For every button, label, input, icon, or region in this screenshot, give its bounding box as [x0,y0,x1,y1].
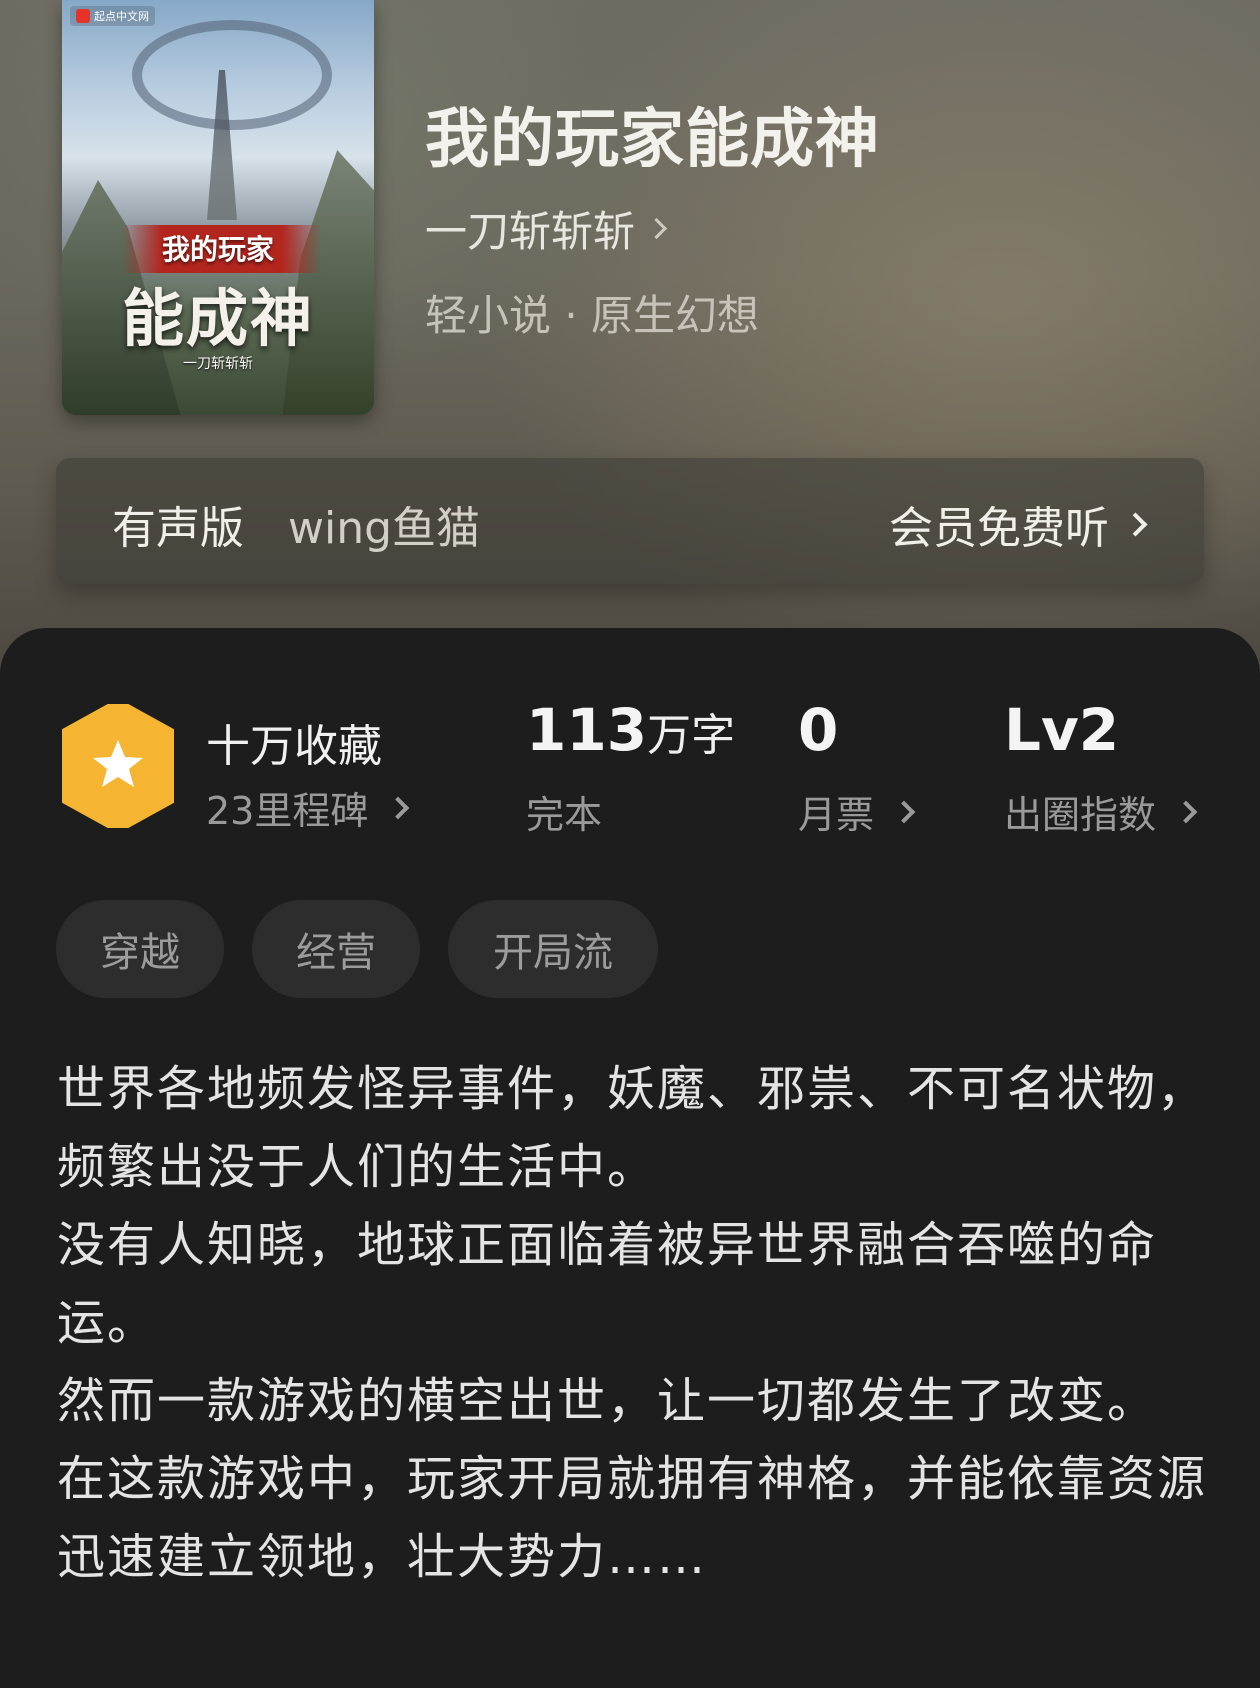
word-count: 113万字 [526,696,735,764]
tag-chip[interactable]: 经营 [252,900,420,998]
audio-narrator: wing鱼猫 [288,503,481,554]
completion-status: 完本 [526,784,602,839]
favorites-badge-icon [62,704,174,828]
chevron-right-icon [1174,800,1198,823]
chevron-right-icon [892,800,916,823]
monthly-votes-value: 0 [798,696,839,764]
chevron-right-icon [1123,511,1148,537]
chevron-right-icon [645,217,668,240]
popularity-level: Lv2 [1004,696,1119,764]
author-link[interactable]: 一刀斩斩斩 [425,198,668,259]
member-free-listen-label: 会员免费听 [889,503,1109,554]
description-paragraph: 没有人知晓，地球正面临着被异世界融合吞噬的命运。 [57,1217,1158,1351]
description-paragraph: 然而一款游戏的横空出世，让一切都发生了改变。 [57,1373,1158,1429]
word-count-value: 113 [526,696,648,764]
milestones-link[interactable]: 23里程碑 [206,780,410,835]
publisher-logo: 起点中文网 [70,6,155,26]
popularity-index-label: 出圈指数 [1004,793,1157,837]
cover-title-line2: 能成神 [121,282,314,355]
monthly-votes-label: 月票 [798,793,875,837]
cover-title-line1: 我的玩家 [161,233,274,266]
audio-label: 有声版 [112,503,244,554]
book-description: 世界各地频发怪异事件，妖魔、邪祟、不可名状物，频繁出没于人们的生活中。 没有人知… [57,1050,1207,1596]
cover-author: 一刀斩斩斩 [183,356,253,372]
tag-chip[interactable]: 开局流 [448,900,658,998]
publisher-logo-icon [76,9,90,23]
monthly-votes-link[interactable]: 月票 [798,784,916,839]
popularity-level-value: Lv2 [1004,696,1120,764]
publisher-logo-text: 起点中文网 [94,10,149,23]
milestones-label: 23里程碑 [206,789,369,833]
floating-ring-art [132,20,332,130]
popularity-index-link[interactable]: 出圈指数 [1004,784,1198,839]
description-paragraph: 世界各地频发怪异事件，妖魔、邪祟、不可名状物，频繁出没于人们的生活中。 [57,1061,1208,1195]
book-genre: 轻小说 · 原生幻想 [425,291,760,340]
monthly-votes: 0 [798,696,838,764]
tag-chip[interactable]: 穿越 [56,900,224,998]
chevron-right-icon [387,796,410,819]
favorites-count: 十万收藏 [206,721,382,772]
author-name: 一刀斩斩斩 [425,207,636,256]
book-cover[interactable]: 起点中文网 我的玩家 能成神 一刀斩斩斩 [62,0,374,415]
description-paragraph: 在这款游戏中，玩家开局就拥有神格，并能依靠资源迅速建立领地，壮大势力…… [57,1451,1208,1585]
word-count-unit: 万字 [647,710,736,761]
audio-edition-bar[interactable]: 有声版 wing鱼猫 会员免费听 [56,458,1204,584]
book-title: 我的玩家能成神 [425,102,880,177]
completion-status-label: 完本 [526,793,603,837]
member-free-listen-button[interactable]: 会员免费听 [889,492,1148,556]
